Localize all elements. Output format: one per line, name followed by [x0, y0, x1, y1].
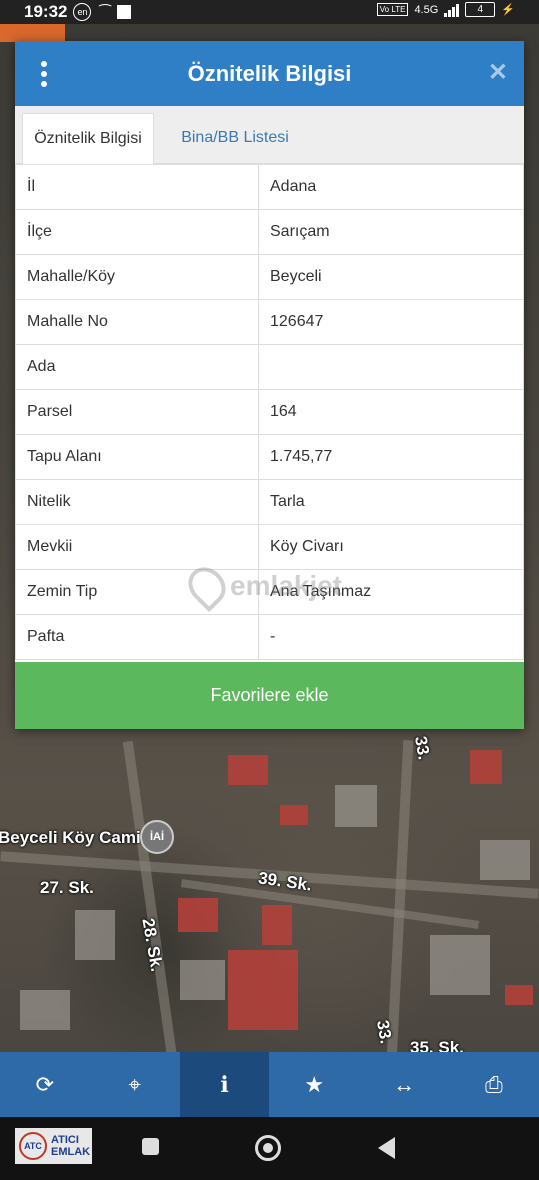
row-key: Tapu Alanı: [15, 434, 259, 480]
print-icon[interactable]: ⎙: [449, 1052, 539, 1117]
table-row: Tapu Alanı 1.745,77: [15, 434, 524, 480]
row-value: Adana: [258, 164, 524, 210]
back-icon[interactable]: [378, 1137, 395, 1159]
logo-line1: ATICI: [51, 1134, 79, 1146]
row-value: 164: [258, 389, 524, 435]
charging-icon: ⚡: [501, 4, 515, 16]
row-key: Nitelik: [15, 479, 259, 525]
row-value: Köy Civarı: [258, 524, 524, 570]
row-value: Tarla: [258, 479, 524, 525]
close-icon[interactable]: ✕: [488, 61, 508, 85]
recent-apps-icon[interactable]: [142, 1138, 159, 1155]
row-key: Mevkii: [15, 524, 259, 570]
row-key: Mahalle/Köy: [15, 254, 259, 300]
logo-line2: EMLAK: [51, 1146, 91, 1158]
table-row: Ada: [15, 344, 524, 390]
row-value: [258, 344, 524, 390]
row-value: Sarıçam: [258, 209, 524, 255]
volte-icon: Vo LTE: [376, 3, 409, 16]
add-favorite-button[interactable]: Favorilere ekle: [15, 662, 524, 729]
battery-icon: 4: [465, 2, 496, 17]
table-row: Parsel 164: [15, 389, 524, 435]
attribute-dialog: Öznitelik Bilgisi ✕ Öznitelik Bilgisi Bi…: [15, 41, 524, 729]
map-label-street-33b: 33.: [372, 1018, 396, 1046]
table-row: Mahalle No 126647: [15, 299, 524, 345]
more-vertical-icon[interactable]: [39, 61, 49, 87]
bottom-toolbar: ⟳ ⌖ ℹ ★ ↔ ⎙: [0, 1052, 539, 1117]
tab-attributes[interactable]: Öznitelik Bilgisi: [22, 113, 154, 164]
table-row: İl Adana: [15, 164, 524, 210]
status-bar: 19:32 en ⁀ Vo LTE 4.5G 4 ⚡: [0, 0, 539, 24]
map-label-street-27: 27. Sk.: [40, 878, 94, 897]
logo-mark-icon: ATC: [19, 1132, 47, 1160]
signal-icon: [444, 3, 460, 17]
mosque-icon[interactable]: İAİ: [140, 820, 174, 854]
status-time: 19:32: [24, 2, 68, 21]
table-row: Mevkii Köy Civarı: [15, 524, 524, 570]
home-icon[interactable]: [255, 1135, 281, 1161]
map-overlay-strip: [0, 24, 65, 42]
row-value: -: [258, 614, 524, 660]
row-key: Pafta: [15, 614, 259, 660]
map-label-street-33a: 33.: [410, 734, 434, 762]
language-icon: en: [73, 3, 92, 21]
row-key: Ada: [15, 344, 259, 390]
row-value: 1.745,77: [258, 434, 524, 480]
table-row: Mahalle/Köy Beyceli: [15, 254, 524, 300]
measure-icon[interactable]: ↔: [359, 1052, 449, 1117]
tab-building-list[interactable]: Bina/BB Listesi: [165, 113, 305, 163]
watermark: emlakjet: [180, 559, 343, 613]
row-value: 126647: [258, 299, 524, 345]
table-row: İlçe Sarıçam: [15, 209, 524, 255]
locate-icon[interactable]: ⌖: [90, 1052, 180, 1117]
row-value: Beyceli: [258, 254, 524, 300]
table-row: Pafta -: [15, 614, 524, 660]
row-key: Parsel: [15, 389, 259, 435]
watermark-text: emlakjet: [230, 570, 343, 601]
row-key: İl: [15, 164, 259, 210]
row-key: Mahalle No: [15, 299, 259, 345]
row-key: İlçe: [15, 209, 259, 255]
notification-square-icon: [116, 5, 131, 19]
refresh-icon[interactable]: ⟳: [0, 1052, 90, 1117]
map-label-street-28: 28. Sk.: [138, 916, 167, 974]
map-label-mosque: Beyceli Köy Cami: [0, 828, 141, 847]
network-type: 4.5G: [414, 3, 439, 16]
table-row: Nitelik Tarla: [15, 479, 524, 525]
watermark-logo: ATC ATICI EMLAK: [15, 1128, 92, 1164]
dialog-header: Öznitelik Bilgisi ✕: [15, 41, 524, 106]
notification-icon: ⁀: [99, 3, 111, 20]
tab-bar: Öznitelik Bilgisi Bina/BB Listesi: [15, 106, 524, 164]
dialog-title: Öznitelik Bilgisi: [187, 60, 352, 86]
info-icon[interactable]: ℹ: [179, 1052, 270, 1117]
star-icon[interactable]: ★: [269, 1052, 359, 1117]
